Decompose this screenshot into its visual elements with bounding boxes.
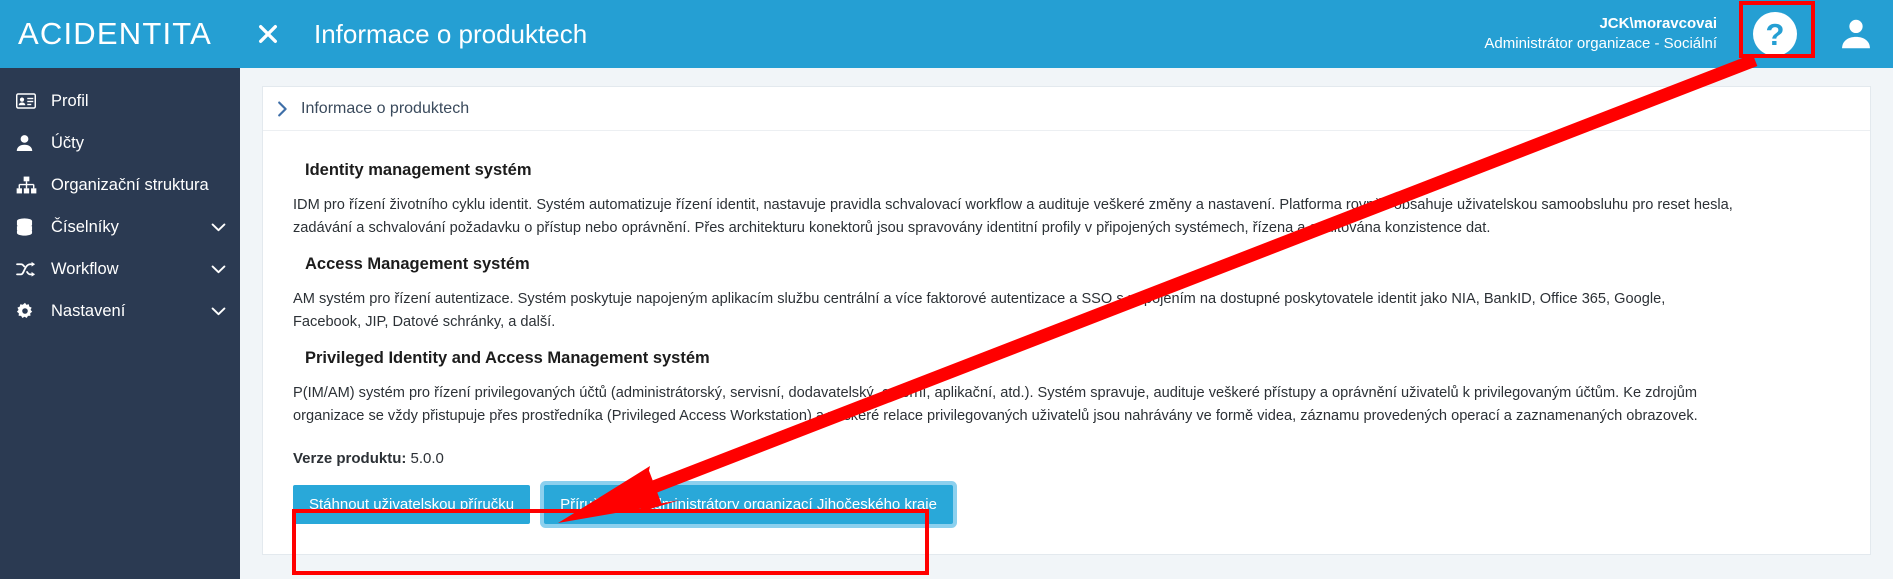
help-button[interactable]: ? bbox=[1731, 0, 1819, 68]
product-version-value: 5.0.0 bbox=[410, 449, 444, 467]
close-icon[interactable] bbox=[240, 0, 296, 68]
panel-body: Identity management systém IDM pro řízen… bbox=[263, 131, 1870, 554]
user-name: JCK\moravcovai bbox=[1599, 14, 1717, 32]
help-question-icon[interactable]: ? bbox=[1753, 12, 1797, 56]
chevron-right-icon bbox=[277, 101, 289, 117]
sidebar-item-organizacni-struktura[interactable]: Organizační struktura bbox=[0, 164, 240, 206]
shuffle-icon bbox=[16, 259, 42, 279]
download-user-manual-button[interactable]: Stáhnout uživatelskou příručku bbox=[293, 484, 531, 524]
sidebar: Profil Účty Organizační struktura Číseln… bbox=[0, 68, 240, 579]
user-avatar-icon bbox=[1842, 19, 1870, 49]
section-heading-idm: Identity management systém bbox=[305, 161, 532, 179]
sidebar-item-label: Číselníky bbox=[51, 217, 119, 236]
chevron-down-icon[interactable] bbox=[210, 219, 226, 235]
app-root: ACIDENTITA Informace o produktech JCK\mo… bbox=[0, 0, 1893, 579]
section-heading-piam: Privileged Identity and Access Managemen… bbox=[305, 349, 710, 368]
section-text-am: AM systém pro řízení autentizace. Systém… bbox=[293, 291, 1666, 330]
sitemap-icon bbox=[16, 175, 42, 195]
breadcrumb[interactable]: Informace o produktech bbox=[263, 87, 1870, 131]
page-title: Informace o produktech bbox=[314, 18, 588, 49]
main-content: Informace o produktech Identity manageme… bbox=[240, 68, 1893, 579]
section-text-piam: P(IM/AM) systém pro řízení privilegovaný… bbox=[293, 385, 1698, 425]
sidebar-item-label: Workflow bbox=[51, 259, 119, 278]
sidebar-item-ucty[interactable]: Účty bbox=[0, 122, 240, 164]
chevron-down-icon[interactable] bbox=[210, 303, 226, 319]
sidebar-item-label: Organizační struktura bbox=[51, 175, 209, 194]
database-icon bbox=[16, 217, 42, 237]
sidebar-item-workflow[interactable]: Workflow bbox=[0, 248, 240, 290]
breadcrumb-label: Informace o produktech bbox=[301, 99, 470, 117]
admin-manuals-button[interactable]: Příručky pro administrátory organizací J… bbox=[544, 484, 953, 524]
app-logo-text: ACIDENTITA bbox=[18, 16, 212, 51]
id-card-icon bbox=[16, 91, 42, 111]
product-info-panel: Informace o produktech Identity manageme… bbox=[262, 86, 1871, 555]
gear-icon bbox=[16, 301, 42, 321]
sidebar-item-ciselniky[interactable]: Číselníky bbox=[0, 206, 240, 248]
sidebar-item-label: Profil bbox=[51, 91, 89, 110]
app-logo[interactable]: ACIDENTITA bbox=[0, 0, 240, 68]
top-header-bar: ACIDENTITA Informace o produktech JCK\mo… bbox=[0, 0, 1893, 68]
section-text-idm: IDM pro řízení životního cyklu identit. … bbox=[293, 197, 1733, 236]
product-version: Verze produktu: 5.0.0 bbox=[293, 450, 1840, 467]
user-icon bbox=[16, 133, 42, 153]
section-heading-am: Access Management systém bbox=[305, 255, 530, 274]
product-version-label: Verze produktu: bbox=[293, 449, 407, 467]
sidebar-item-label: Nastavení bbox=[51, 301, 126, 320]
user-role: Administrátor organizace - Sociální bbox=[1484, 35, 1717, 52]
chevron-down-icon[interactable] bbox=[210, 261, 226, 277]
user-info-block: JCK\moravcovai Administrátor organizace … bbox=[1484, 14, 1731, 55]
help-glyph: ? bbox=[1765, 16, 1785, 52]
sidebar-item-profil[interactable]: Profil bbox=[0, 80, 240, 122]
close-x-glyph bbox=[259, 25, 277, 43]
sidebar-item-label: Účty bbox=[51, 133, 84, 152]
download-buttons-row: Stáhnout uživatelskou příručku Příručky … bbox=[293, 481, 1840, 528]
user-avatar-button[interactable] bbox=[1819, 0, 1893, 68]
sidebar-item-nastaveni[interactable]: Nastavení bbox=[0, 290, 240, 332]
